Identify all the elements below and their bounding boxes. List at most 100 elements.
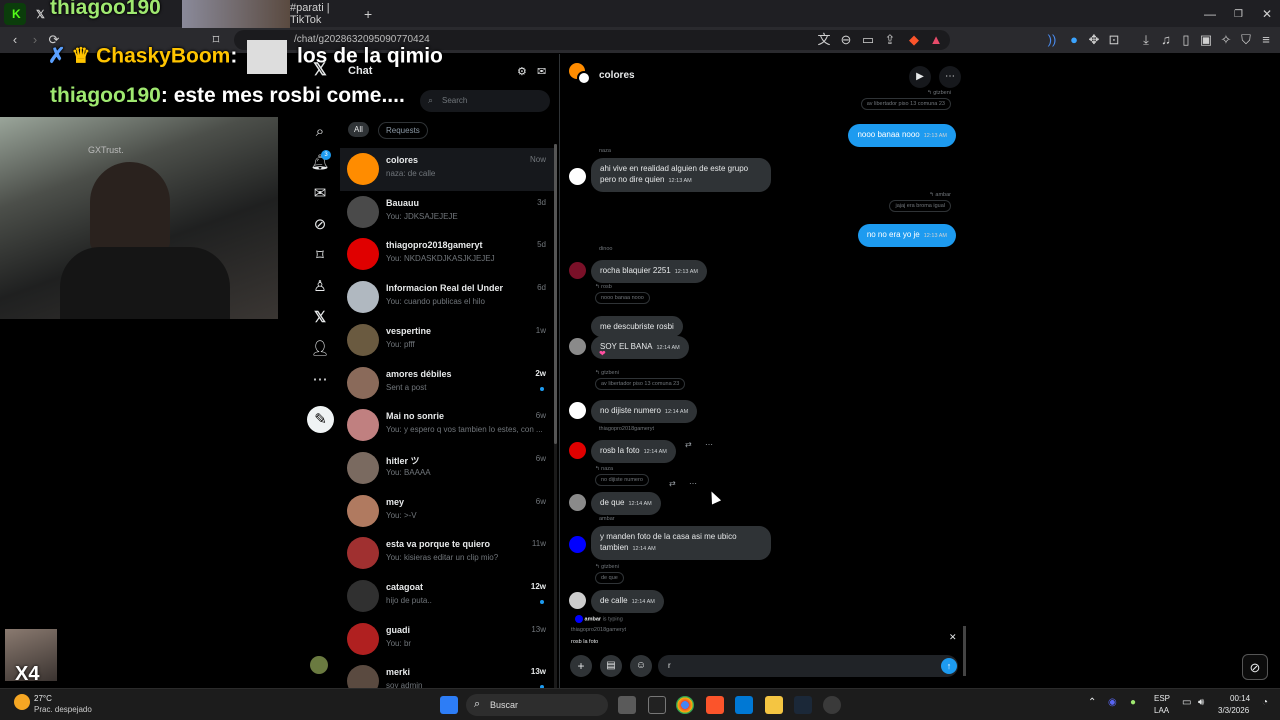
conversation-item[interactable]: Mai no sonrie You: y espero q vos tambien… — [340, 404, 554, 447]
reply-quote[interactable]: av libertador piso 13 comuna 23 — [860, 98, 951, 110]
grok-icon[interactable]: ⊘ — [310, 215, 330, 235]
mic-icon[interactable]: ● — [1130, 697, 1136, 708]
discord-icon[interactable]: ◉ — [1108, 697, 1117, 708]
menu-icon[interactable]: ≡ — [1258, 32, 1274, 48]
conversation-item[interactable]: thiagopro2018gameryt You: NKDASKDJKASJKJE… — [340, 233, 554, 276]
conversation-item[interactable]: vespertine You: pfff 1w — [340, 319, 554, 362]
weather-temp[interactable]: 27°C — [34, 694, 52, 703]
sidebar-toggle-icon[interactable]: ▯ — [1178, 32, 1194, 48]
brave-icon[interactable] — [706, 696, 724, 714]
search-icon[interactable]: ⌕ — [310, 122, 330, 142]
sender-avatar[interactable] — [569, 442, 586, 459]
conversation-item[interactable]: Bauauu You: JDKSAJEJEJE 3d — [340, 191, 554, 234]
people-icon[interactable]: ♙ — [310, 277, 330, 297]
x-logo-icon[interactable]: 𝕏 — [310, 60, 330, 80]
scrollbar[interactable] — [554, 144, 557, 689]
sender-avatar[interactable] — [569, 262, 586, 279]
minimize-button[interactable]: — — [1196, 3, 1224, 25]
windows-start-icon[interactable] — [440, 696, 458, 714]
received-message-bubble[interactable]: de calle 12:14 AM — [591, 590, 664, 613]
close-window-button[interactable]: ✕ — [1254, 3, 1280, 25]
filter-requests-tab[interactable]: Requests — [378, 122, 428, 139]
vpn-icon[interactable]: ⛉ — [1238, 32, 1254, 48]
bell-icon[interactable]: 🔔︎ 3 — [310, 150, 331, 173]
received-message-bubble[interactable]: rosb la foto 12:14 AM — [591, 440, 676, 463]
sender-avatar[interactable] — [569, 402, 586, 419]
message-more-icon[interactable]: ⋯ — [705, 440, 713, 449]
sender-avatar[interactable] — [569, 494, 586, 511]
steam-icon[interactable] — [794, 696, 812, 714]
cast-icon[interactable]: ▭ — [860, 32, 876, 48]
avatar[interactable] — [310, 656, 328, 674]
more-icon[interactable]: ⋯ — [310, 370, 330, 390]
sender-avatar[interactable] — [569, 168, 586, 185]
retweet-action-icon[interactable]: ⇄ — [669, 479, 676, 488]
brave-shield-icon[interactable]: ◆ — [906, 32, 922, 48]
conversation-item[interactable]: amores débiles Sent a post 2w — [340, 362, 554, 405]
reply-quote[interactable]: de que — [595, 572, 624, 584]
received-message-bubble[interactable]: ahi vive en realidad alguien de este gru… — [591, 158, 771, 192]
conversation-item[interactable]: Informacion Real del Under You: cuando pu… — [340, 276, 554, 319]
retweet-action-icon[interactable]: ⇄ — [685, 440, 692, 449]
received-message-bubble[interactable]: y manden foto de la casa asi me ubico ta… — [591, 526, 771, 560]
conversation-item[interactable]: esta va porque te quiero You: kisieras ed… — [340, 532, 554, 575]
cancel-reply-icon[interactable]: ✕ — [949, 632, 957, 643]
volume-icon[interactable]: 🔊︎ — [1198, 697, 1204, 708]
reply-quote[interactable]: nooo banaa nooo — [595, 292, 650, 304]
sender-avatar[interactable] — [569, 592, 586, 609]
language-bottom[interactable]: LAA — [1154, 706, 1169, 715]
forward-icon[interactable]: › — [27, 32, 43, 48]
conversation-item[interactable]: colores naza: de calle Now — [340, 148, 554, 191]
maximize-button[interactable]: ❐ — [1226, 3, 1251, 25]
conversation-item[interactable]: hitler ツ You: BAAAA 6w — [340, 447, 554, 490]
brave-rewards-icon[interactable]: ▲ — [928, 32, 944, 48]
leo-ai-icon[interactable]: ✧ — [1218, 32, 1234, 48]
emoji-icon[interactable]: ☺ — [630, 655, 652, 677]
message-input[interactable]: r — [658, 655, 958, 677]
send-icon[interactable]: ↑ — [941, 658, 957, 674]
obs-icon[interactable] — [823, 696, 841, 714]
weather-icon[interactable] — [14, 694, 30, 710]
received-message-bubble[interactable]: me descubriste rosbi — [591, 316, 683, 337]
heart-reaction-icon[interactable]: ❤ — [599, 349, 606, 358]
extension-vpn-icon[interactable]: ● — [1066, 32, 1082, 48]
filter-all-tab[interactable]: All — [348, 122, 369, 137]
profile-icon[interactable]: 👤︎ — [310, 339, 330, 359]
grok-float-icon[interactable]: ⊘ — [1242, 654, 1268, 680]
audio-icon[interactable]: )) — [1044, 32, 1060, 48]
extensions-icon[interactable]: ✥ — [1086, 32, 1102, 48]
ms-store-icon[interactable] — [735, 696, 753, 714]
compose-icon[interactable]: ✎ — [307, 406, 334, 433]
file-explorer-icon[interactable] — [765, 696, 783, 714]
received-message-bubble[interactable]: rocha blaquier 2251 12:13 AM — [591, 260, 707, 283]
mail-icon[interactable]: ✉ — [310, 184, 330, 204]
message-more-icon[interactable]: ⋯ — [689, 479, 697, 488]
reply-quote[interactable]: jajaj era broma igual — [889, 200, 951, 212]
back-icon[interactable]: ‹ — [7, 32, 23, 48]
network-icon[interactable]: ▭ — [1182, 697, 1191, 708]
sent-message-bubble[interactable]: no no era yo je 12:13 AM — [857, 224, 956, 247]
settings-icon[interactable]: ⚙ — [517, 65, 527, 78]
new-tab-button[interactable]: + — [356, 3, 380, 25]
scrollbar-thumb[interactable] — [554, 144, 557, 444]
conversation-item[interactable]: mey You: >-V 6w — [340, 490, 554, 533]
x-premium-icon[interactable]: 𝕏 — [310, 308, 330, 328]
tiktok-tab[interactable]: #parati | TikTok — [282, 2, 362, 26]
kick-tab[interactable]: K — [4, 3, 26, 25]
music-icon[interactable]: ♫ — [1158, 32, 1174, 48]
search-input[interactable]: ⌕ Search — [420, 90, 550, 112]
translate-icon[interactable]: 文 — [816, 32, 832, 48]
received-message-bubble[interactable]: no dijiste numero 12:14 AM — [591, 400, 698, 423]
zoom-icon[interactable]: ⊖ — [838, 32, 854, 48]
screenshot-icon[interactable]: ⊡ — [1106, 32, 1122, 48]
sent-message-bubble[interactable]: nooo banaa nooo 12:13 AM — [848, 124, 956, 147]
add-attachment-icon[interactable]: + — [570, 655, 592, 677]
taskbar-search[interactable]: ⌕ Buscar — [466, 694, 608, 716]
conversation-title[interactable]: colores — [599, 70, 635, 81]
conversation-more-icon[interactable]: ⋯ — [939, 66, 961, 88]
chrome-icon[interactable] — [676, 696, 694, 714]
share-icon[interactable]: ⇪ — [882, 32, 898, 48]
bookmark-icon[interactable]: ⌑ — [310, 246, 330, 266]
clock-time[interactable]: 00:14 — [1230, 694, 1250, 703]
sender-avatar[interactable] — [569, 338, 586, 355]
